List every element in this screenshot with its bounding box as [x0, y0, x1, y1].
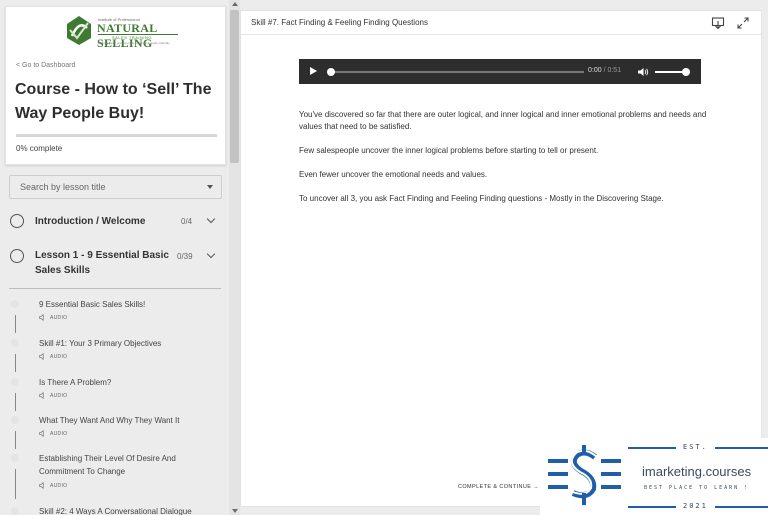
- lesson-connector: [15, 354, 16, 372]
- section-name: Lesson 1 - 9 Essential Basic Sales Skill…: [35, 250, 169, 276]
- watermark-tagline: BEST PLACE TO LEARN !: [644, 485, 750, 491]
- audio-seek-bar[interactable]: [332, 71, 584, 73]
- lesson-name: Establishing Their Level Of Desire And C…: [39, 454, 176, 476]
- section-count: 0/4: [181, 217, 193, 226]
- audio-icon: [39, 353, 44, 360]
- lesson-connector: [15, 315, 16, 333]
- course-card: Institute of Professional NATURAL SELLIN…: [5, 6, 226, 165]
- lesson-type: AUDIO: [39, 353, 67, 360]
- lesson-paragraph: Even fewer uncover the emotional needs a…: [299, 170, 488, 179]
- watermark-bar: [715, 506, 768, 508]
- course-title: Course - How to ‘Sell’ The Way People Bu…: [15, 81, 212, 122]
- lesson-name: Skill #2: 4 Ways A Conversational Dialog…: [39, 507, 192, 515]
- watermark-bar: [628, 506, 676, 508]
- course-progress-label: 0% complete: [16, 144, 63, 153]
- lesson-body: You've discovered so far that there are …: [299, 109, 711, 217]
- lesson-type-label: AUDIO: [50, 314, 68, 321]
- lesson-name: Skill #1: Your 3 Primary Objectives: [39, 339, 162, 348]
- lesson-paragraph: To uncover all 3, you ask Fact Finding a…: [299, 194, 664, 203]
- watermark-logo: EST. imarketing.courses BEST PLACE TO LE…: [540, 438, 768, 515]
- back-to-dashboard-link[interactable]: < Go to Dashboard: [16, 62, 75, 69]
- school-logo[interactable]: Institute of Professional NATURAL SELLIN…: [64, 14, 182, 50]
- lesson-type: AUDIO: [39, 430, 67, 437]
- sidebar-scrollbar[interactable]: [229, 0, 240, 515]
- lesson-item[interactable]: 9 Essential Basic Sales Skills! AUDIO: [0, 298, 229, 336]
- section-lesson-1[interactable]: Lesson 1 - 9 Essential Basic Sales Skill…: [0, 247, 229, 281]
- lesson-type-label: AUDIO: [50, 482, 68, 489]
- lesson-title: Skill #7. Fact Finding & Feeling Finding…: [251, 18, 428, 27]
- lesson-connector: [15, 393, 16, 411]
- volume-knob[interactable]: [682, 68, 690, 76]
- lesson-name: Is There A Problem?: [39, 378, 112, 387]
- lesson-status-dot: [11, 416, 19, 424]
- watermark-year: 2021: [683, 502, 708, 510]
- lesson-header: Skill #7. Fact Finding & Feeling Finding…: [241, 11, 761, 35]
- lesson-status-dot: [11, 300, 19, 308]
- chevron-down-icon[interactable]: [206, 214, 216, 224]
- lesson-name: What They Want And Why They Want It: [39, 416, 180, 425]
- watermark-bar: [715, 447, 768, 449]
- volume-icon[interactable]: [637, 66, 649, 78]
- course-sidebar: Institute of Professional NATURAL SELLIN…: [0, 0, 229, 515]
- lesson-search-select[interactable]: Search by lesson title: [9, 175, 222, 199]
- lesson-name: 9 Essential Basic Sales Skills!: [39, 300, 146, 309]
- lesson-type: AUDIO: [39, 392, 67, 399]
- lesson-content-panel: Skill #7. Fact Finding & Feeling Finding…: [240, 10, 762, 507]
- complete-and-continue-button[interactable]: COMPLETE & CONTINUE →: [458, 484, 539, 490]
- dollar-sign-icon: [548, 445, 621, 505]
- course-progress-bar: [16, 134, 217, 137]
- lesson-paragraph: You've discovered so far that there are …: [299, 110, 707, 131]
- logo-subtitle: SALES TRAINING: [112, 35, 153, 40]
- download-icon[interactable]: [711, 16, 725, 30]
- lesson-type: AUDIO: [39, 314, 67, 321]
- audio-seek-knob[interactable]: [327, 68, 335, 76]
- lesson-type: AUDIO: [39, 482, 67, 489]
- audio-time: 0:00 / 0:51: [588, 67, 621, 74]
- lesson-status-dot: [11, 454, 19, 462]
- section-status-icon: [10, 214, 24, 228]
- lesson-item[interactable]: Establishing Their Level Of Desire And C…: [0, 452, 229, 502]
- watermark-bar: [628, 447, 676, 449]
- audio-icon: [39, 482, 44, 489]
- lesson-item[interactable]: Skill #2: 4 Ways A Conversational Dialog…: [0, 505, 229, 515]
- lesson-type-label: AUDIO: [50, 353, 68, 360]
- logo-mark-icon: [67, 16, 91, 45]
- audio-player[interactable]: 0:00 / 0:51: [299, 59, 701, 84]
- section-introduction[interactable]: Introduction / Welcome 0/4: [0, 212, 229, 232]
- watermark-name: imarketing.courses: [642, 464, 752, 479]
- section-status-icon: [10, 249, 24, 263]
- section-divider: [9, 288, 221, 289]
- lesson-type-label: AUDIO: [50, 430, 68, 437]
- play-icon[interactable]: [310, 67, 317, 75]
- expand-icon[interactable]: [736, 16, 750, 30]
- lesson-connector: [15, 469, 16, 499]
- lesson-item[interactable]: What They Want And Why They Want It AUDI…: [0, 414, 229, 452]
- scrollbar-thumb[interactable]: [230, 10, 239, 163]
- lesson-item[interactable]: Skill #1: Your 3 Primary Objectives AUDI…: [0, 337, 229, 375]
- audio-icon: [39, 430, 44, 437]
- audio-icon: [39, 392, 44, 399]
- lesson-status-dot: [11, 507, 19, 515]
- lesson-paragraph: Few salespeople uncover the inner logica…: [299, 146, 599, 155]
- audio-icon: [39, 314, 44, 321]
- lesson-type-label: AUDIO: [50, 392, 68, 399]
- audio-duration: 0:51: [607, 67, 622, 74]
- watermark-est: EST.: [683, 443, 708, 451]
- section-name: Introduction / Welcome: [35, 216, 146, 227]
- lesson-status-dot: [11, 339, 19, 347]
- lesson-connector: [15, 431, 16, 449]
- logo-tagline: Helping sales professionals reach their …: [98, 41, 170, 45]
- lesson-search-placeholder: Search by lesson title: [20, 182, 106, 192]
- chevron-down-icon[interactable]: [206, 249, 216, 259]
- section-count: 0/39: [177, 252, 193, 261]
- chevron-down-icon: [207, 185, 213, 189]
- audio-current-time: 0:00: [588, 67, 602, 74]
- scroll-down-arrow-icon[interactable]: [232, 509, 238, 513]
- scroll-up-arrow-icon[interactable]: [232, 2, 238, 6]
- lesson-status-dot: [11, 378, 19, 386]
- lesson-item[interactable]: Is There A Problem? AUDIO: [0, 376, 229, 414]
